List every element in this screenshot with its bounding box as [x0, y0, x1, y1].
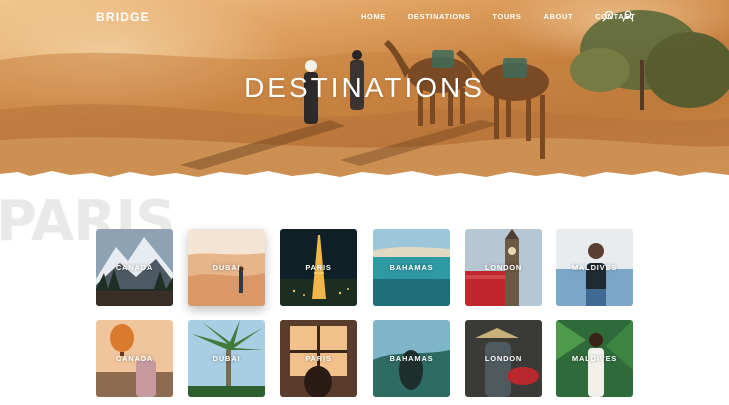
tile-label: PARIS — [305, 263, 332, 272]
tile-label: LONDON — [484, 354, 523, 363]
nav-item-destinations[interactable]: DESTINATIONS — [408, 12, 470, 21]
tile-label: MALDIVES — [571, 354, 618, 363]
tile-label: MALDIVES — [571, 263, 618, 272]
tile-label: BAHAMAS — [389, 263, 434, 272]
hero-banner: BRIDGE HOME DESTINATIONS TOURS ABOUT CON… — [0, 0, 729, 178]
nav-item-home[interactable]: HOME — [361, 12, 386, 21]
nav-item-tours[interactable]: TOURS — [492, 12, 521, 21]
destination-tile-bahamas[interactable]: BAHAMAS — [373, 320, 450, 397]
destination-tile-dubai[interactable]: DUBAI — [188, 320, 265, 397]
search-icon[interactable] — [602, 10, 614, 22]
tile-label: CANADA — [115, 354, 154, 363]
destination-tile-paris[interactable]: PARIS — [280, 320, 357, 397]
destination-tile-canada[interactable]: CANADA — [96, 320, 173, 397]
tile-label: PARIS — [305, 354, 332, 363]
destination-tile-bahamas[interactable]: BAHAMAS — [373, 229, 450, 306]
tile-label: BAHAMAS — [389, 354, 434, 363]
brand-logo[interactable]: BRIDGE — [96, 10, 150, 24]
destination-tile-canada[interactable]: CANADA — [96, 229, 173, 306]
user-icon[interactable] — [622, 10, 634, 22]
tile-label: DUBAI — [212, 354, 241, 363]
top-navigation: BRIDGE HOME DESTINATIONS TOURS ABOUT CON… — [0, 0, 729, 34]
nav-item-about[interactable]: ABOUT — [544, 12, 574, 21]
page-title: DESTINATIONS — [244, 72, 485, 103]
torn-edge-divider — [0, 171, 729, 190]
destination-tile-paris[interactable]: PARIS — [280, 229, 357, 306]
destination-tile-london[interactable]: LONDON — [465, 320, 542, 397]
tile-label: DUBAI — [212, 263, 241, 272]
tile-label: CANADA — [115, 263, 154, 272]
destination-tile-maldives[interactable]: MALDIVES — [556, 320, 633, 397]
destination-tile-london[interactable]: LONDON — [465, 229, 542, 306]
destination-tile-dubai[interactable]: DUBAI — [188, 229, 265, 306]
destination-tile-maldives[interactable]: MALDIVES — [556, 229, 633, 306]
tile-label: LONDON — [484, 263, 523, 272]
